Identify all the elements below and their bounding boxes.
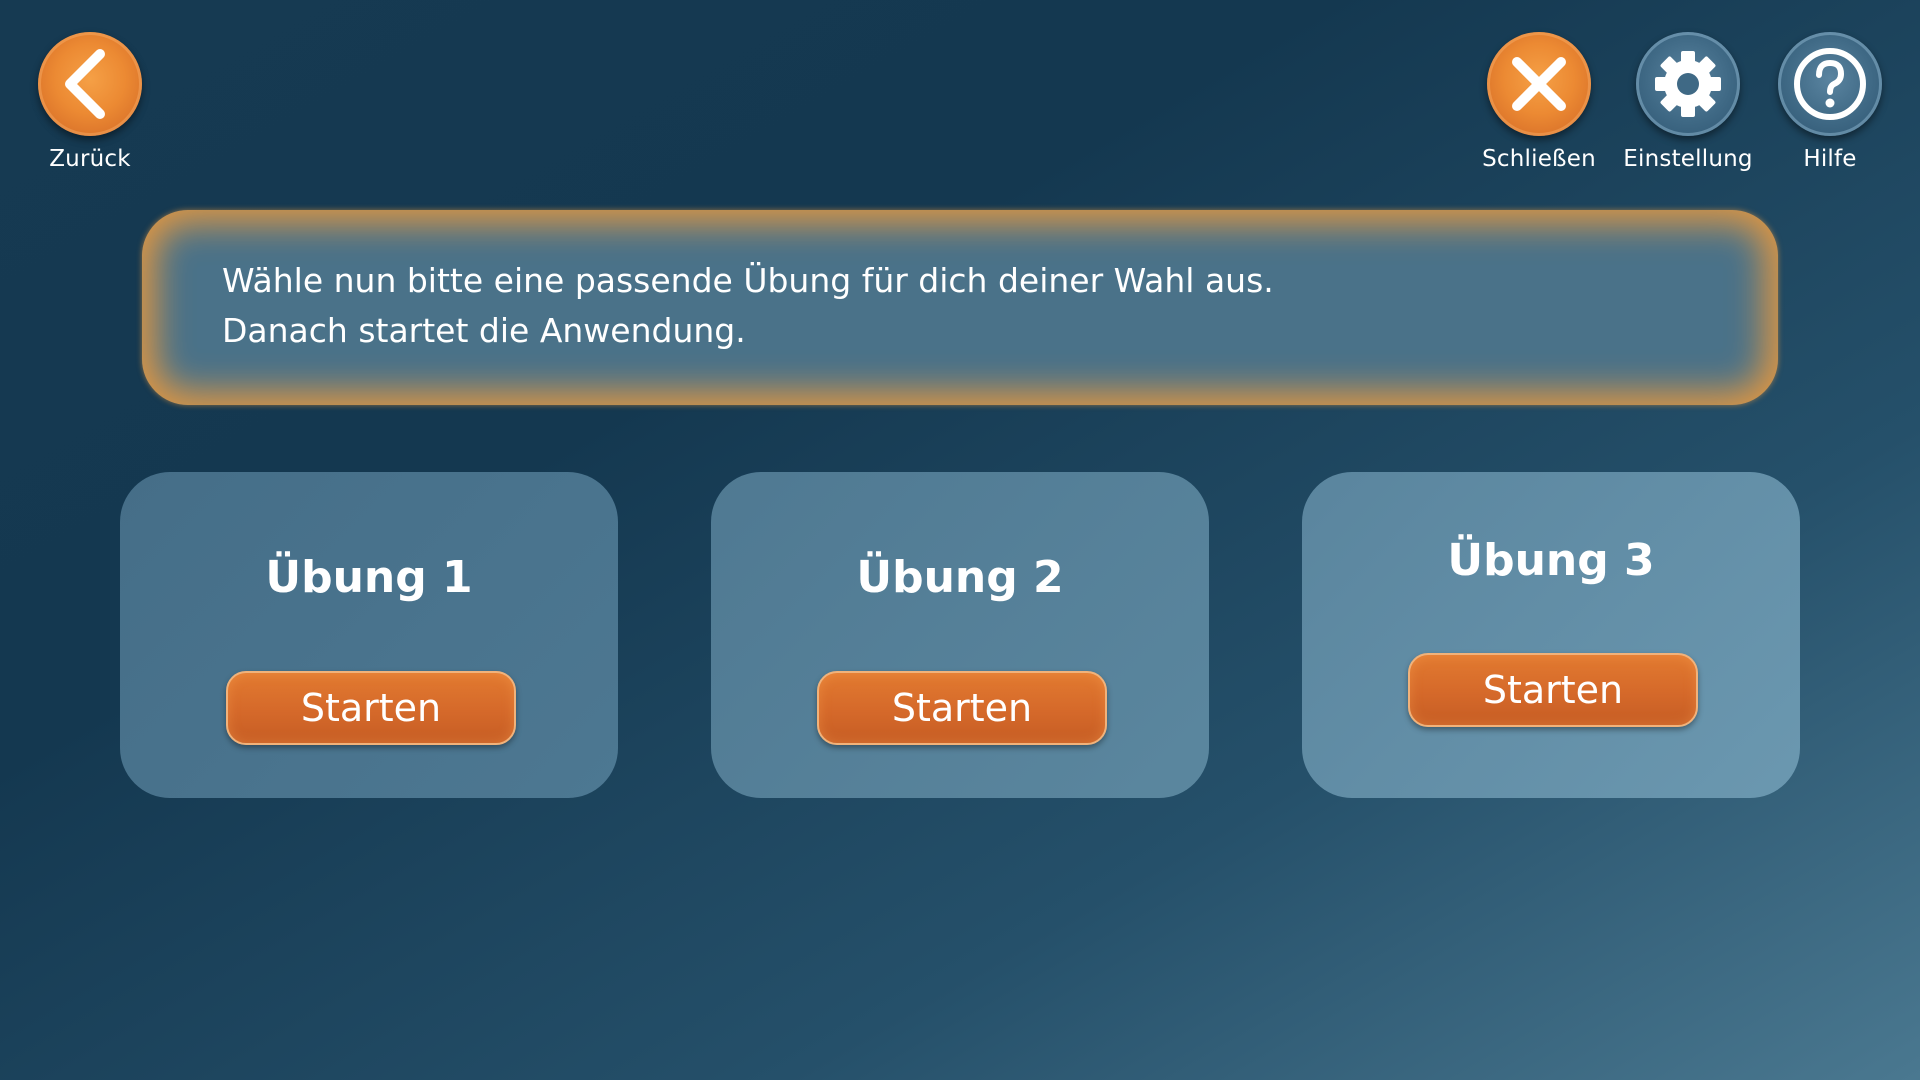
exercise-card-2: Übung 2 Starten bbox=[711, 472, 1209, 798]
start-exercise-3-button[interactable]: Starten bbox=[1408, 653, 1698, 727]
exercise-title-1: Übung 1 bbox=[265, 552, 473, 603]
settings-button[interactable] bbox=[1636, 32, 1740, 136]
help-button[interactable] bbox=[1778, 32, 1882, 136]
start-exercise-2-button[interactable]: Starten bbox=[817, 671, 1107, 745]
instruction-line-1: Wähle nun bitte eine passende Übung für … bbox=[222, 261, 1274, 300]
exercise-title-3: Übung 3 bbox=[1447, 535, 1655, 586]
start-exercise-1-button[interactable]: Starten bbox=[226, 671, 516, 745]
close-icon bbox=[1487, 32, 1591, 136]
back-label: Zurück bbox=[49, 146, 131, 172]
exercise-card-3: Übung 3 Starten bbox=[1302, 472, 1800, 798]
instruction-banner: Wähle nun bitte eine passende Übung für … bbox=[142, 210, 1778, 405]
instruction-line-2: Danach startet die Anwendung. bbox=[222, 311, 746, 350]
chevron-left-icon bbox=[38, 32, 142, 136]
close-button[interactable] bbox=[1487, 32, 1591, 136]
instruction-text: Wähle nun bitte eine passende Übung für … bbox=[222, 256, 1274, 356]
gear-icon bbox=[1636, 32, 1740, 136]
help-label: Hilfe bbox=[1803, 146, 1857, 172]
exercise-card-1: Übung 1 Starten bbox=[120, 472, 618, 798]
exercise-title-2: Übung 2 bbox=[856, 552, 1064, 603]
back-button[interactable] bbox=[38, 32, 142, 136]
question-mark-icon bbox=[1778, 32, 1882, 136]
